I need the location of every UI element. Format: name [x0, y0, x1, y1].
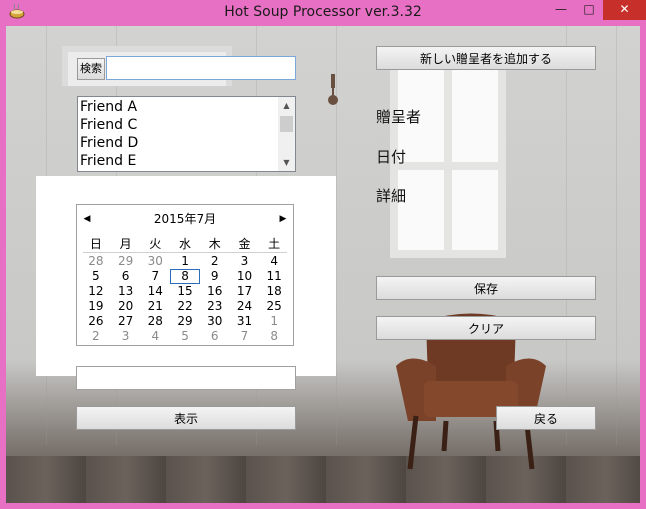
calendar-day[interactable]: 15: [170, 284, 200, 299]
friend-list: Friend A Friend C Friend D Friend E: [80, 98, 275, 170]
friend-listbox[interactable]: Friend A Friend C Friend D Friend E ▲ ▼: [77, 96, 296, 172]
calendar-panel: ◀ 2015年7月 ▶ 日月火水木金土 28 29 30 1 2 3 4 5 6 7 8 9 10 11 12…: [36, 176, 336, 376]
close-button[interactable]: ✕: [603, 0, 646, 20]
calendar-week-row: 2345678: [81, 329, 289, 344]
giver-label: 贈呈者: [376, 108, 422, 126]
calendar-day[interactable]: 4: [140, 329, 170, 344]
weekday-header-row: 日月火水木金土: [81, 237, 289, 252]
scroll-up-icon[interactable]: ▲: [278, 97, 295, 114]
title-bar: Hot Soup Processor ver.3.32 — □ ✕: [0, 0, 646, 26]
weekday-label: 日: [89, 237, 102, 251]
calendar-day-selected[interactable]: 8: [170, 269, 200, 284]
month-calendar[interactable]: ◀ 2015年7月 ▶ 日月火水木金土 28 29 30 1 2 3 4 5 6 7 8 9 10 11 12…: [76, 204, 294, 346]
next-month-icon[interactable]: ▶: [275, 211, 291, 227]
calendar-day[interactable]: 21: [140, 299, 170, 314]
details-label: 詳細: [376, 187, 407, 205]
calendar-day[interactable]: 1: [170, 254, 200, 269]
calendar-day[interactable]: 6: [200, 329, 230, 344]
calendar-day[interactable]: 5: [81, 269, 111, 284]
scroll-thumb[interactable]: [280, 116, 293, 132]
calendar-day[interactable]: 30: [140, 254, 170, 269]
weekday-label: 水: [179, 237, 192, 251]
calendar-day[interactable]: 6: [111, 269, 141, 284]
client-area: 検索 Friend A Friend C Friend D Friend E ▲ ▼ …: [6, 26, 640, 503]
save-button[interactable]: 保存: [376, 276, 596, 300]
calendar-day[interactable]: 10: [230, 269, 260, 284]
maximize-button[interactable]: □: [576, 0, 602, 20]
calendar-day[interactable]: 7: [140, 269, 170, 284]
calendar-day[interactable]: 22: [170, 299, 200, 314]
calendar-day[interactable]: 23: [200, 299, 230, 314]
calendar-divider: [83, 252, 287, 253]
calendar-week-row: 28 29 30 1 2 3 4: [81, 254, 289, 269]
friend-list-item[interactable]: Friend C: [80, 116, 275, 134]
calendar-day[interactable]: 31: [230, 314, 260, 329]
calendar-day[interactable]: 4: [259, 254, 289, 269]
search-input[interactable]: [106, 56, 296, 80]
weekday-label: 月: [119, 237, 132, 251]
calendar-day[interactable]: 12: [81, 284, 111, 299]
friend-list-item[interactable]: Friend E: [80, 152, 275, 170]
calendar-month-label[interactable]: 2015年7月: [117, 211, 253, 227]
calendar-day[interactable]: 28: [81, 254, 111, 269]
friend-list-item[interactable]: Friend D: [80, 134, 275, 152]
background-window: [390, 46, 506, 258]
calendar-day[interactable]: 27: [111, 314, 141, 329]
search-button[interactable]: 検索: [77, 58, 105, 80]
scroll-down-icon[interactable]: ▼: [278, 154, 295, 171]
calendar-day[interactable]: 13: [111, 284, 141, 299]
listbox-scrollbar[interactable]: ▲ ▼: [278, 97, 295, 171]
calendar-day[interactable]: 25: [259, 299, 289, 314]
wall-sconce-icon: [328, 74, 338, 105]
calendar-day[interactable]: 24: [230, 299, 260, 314]
friend-list-item[interactable]: Friend A: [80, 98, 275, 116]
calendar-day[interactable]: 26: [81, 314, 111, 329]
minimize-button[interactable]: —: [548, 0, 574, 20]
calendar-header: ◀ 2015年7月 ▶: [77, 211, 293, 227]
previous-month-icon[interactable]: ◀: [79, 211, 95, 227]
calendar-day[interactable]: 16: [200, 284, 230, 299]
show-button[interactable]: 表示: [76, 406, 296, 430]
calendar-week-row: 12 13 14 15 16 17 18: [81, 284, 289, 299]
calendar-day[interactable]: 14: [140, 284, 170, 299]
calendar-day[interactable]: 5: [170, 329, 200, 344]
calendar-day[interactable]: 28: [140, 314, 170, 329]
weekday-label: 木: [208, 237, 221, 251]
calendar-day[interactable]: 17: [230, 284, 260, 299]
calendar-day[interactable]: 29: [111, 254, 141, 269]
calendar-week-row: 5 6 7 8 9 10 11: [81, 269, 289, 284]
calendar-day[interactable]: 2: [81, 329, 111, 344]
calendar-day[interactable]: 29: [170, 314, 200, 329]
calendar-week-row: 19 20 21 22 23 24 25: [81, 299, 289, 314]
clear-button[interactable]: クリア: [376, 316, 596, 340]
calendar-day[interactable]: 2: [200, 254, 230, 269]
calendar-grid: 日月火水木金土 28 29 30 1 2 3 4 5 6 7 8 9 10 11 12 13 14 15 16 17 18…: [81, 237, 289, 344]
weekday-label: 土: [268, 237, 281, 251]
weekday-label: 火: [149, 237, 162, 251]
date-field[interactable]: [76, 366, 296, 390]
calendar-week-row: 26 27 28 29 30 31 1: [81, 314, 289, 329]
calendar-day[interactable]: 3: [230, 254, 260, 269]
calendar-day[interactable]: 9: [200, 269, 230, 284]
calendar-day[interactable]: 1: [259, 314, 289, 329]
calendar-day[interactable]: 30: [200, 314, 230, 329]
calendar-day[interactable]: 20: [111, 299, 141, 314]
weekday-label: 金: [238, 237, 251, 251]
calendar-day[interactable]: 11: [259, 269, 289, 284]
calendar-day[interactable]: 3: [111, 329, 141, 344]
calendar-day[interactable]: 19: [81, 299, 111, 314]
calendar-day[interactable]: 8: [259, 329, 289, 344]
back-button[interactable]: 戻る: [496, 406, 596, 430]
date-label: 日付: [376, 148, 407, 166]
add-giver-button[interactable]: 新しい贈呈者を追加する: [376, 46, 596, 70]
calendar-day[interactable]: 18: [259, 284, 289, 299]
calendar-day[interactable]: 7: [230, 329, 260, 344]
